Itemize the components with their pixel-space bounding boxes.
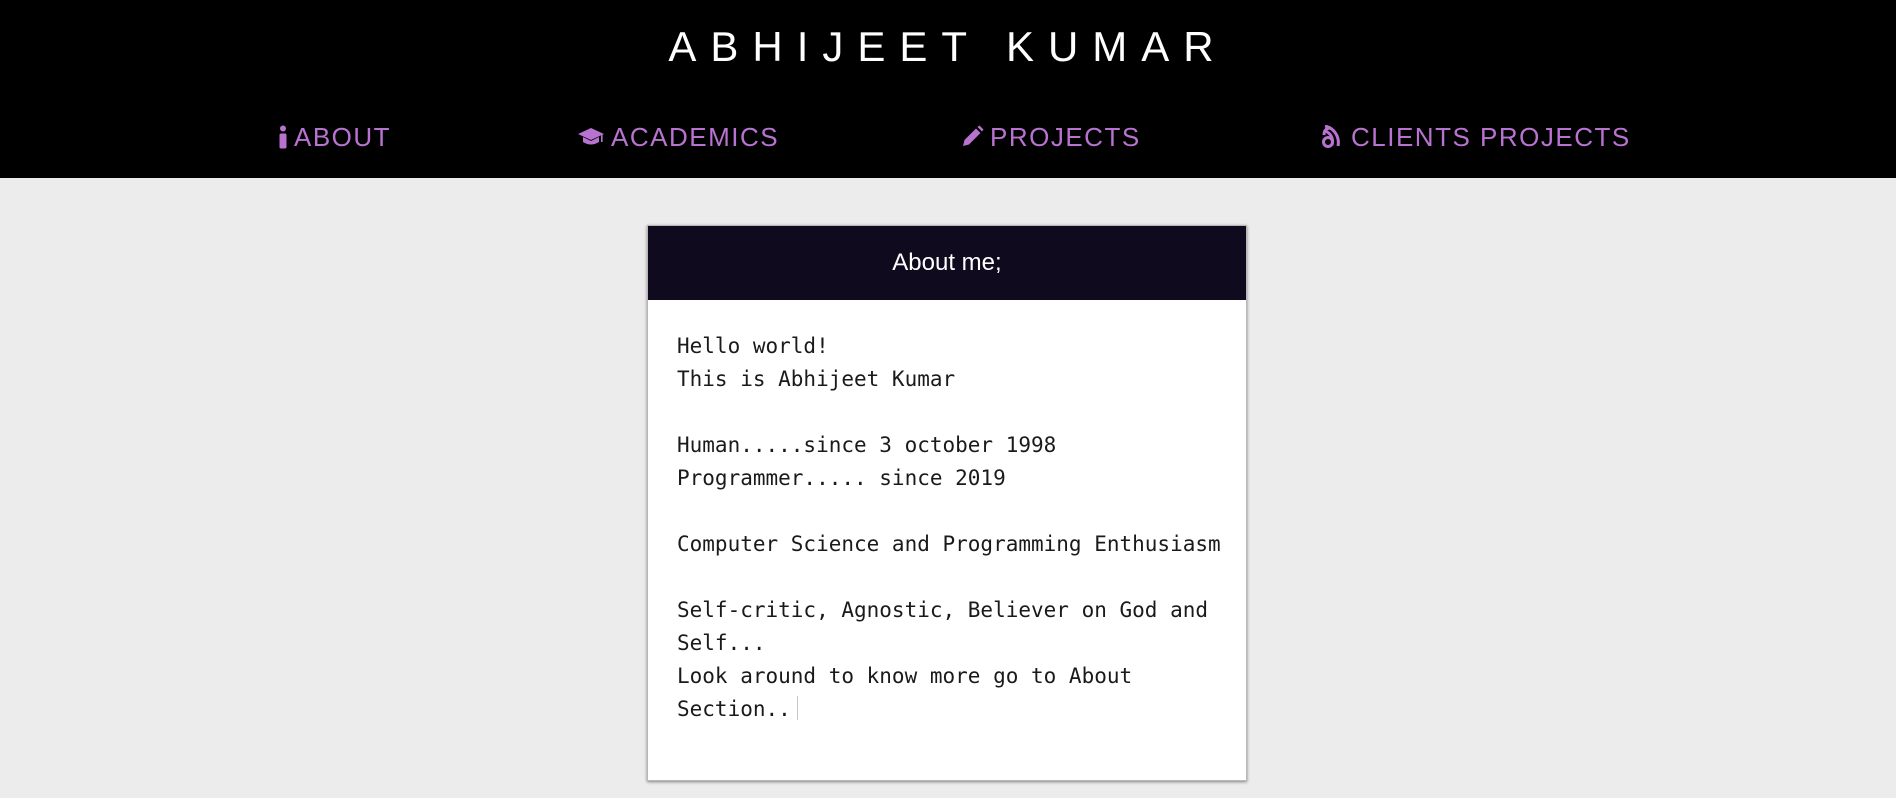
nav-item-academics[interactable]: ACADEMICS bbox=[577, 119, 779, 155]
about-line: Computer Science and Programming Enthusi… bbox=[677, 532, 1221, 556]
nav-label-projects: PROJECTS bbox=[990, 121, 1141, 152]
graduation-cap-icon bbox=[577, 124, 605, 150]
about-card-title: About me; bbox=[892, 249, 1002, 276]
typing-cursor bbox=[796, 696, 798, 720]
about-line: Self... bbox=[677, 631, 766, 655]
nav-label-about: ABOUT bbox=[294, 121, 392, 152]
blog-feed-icon bbox=[1321, 124, 1345, 150]
nav-item-clients-projects[interactable]: CLIENTS PROJECTS bbox=[1321, 119, 1631, 155]
about-line: Human.....since 3 october 1998 bbox=[677, 433, 1057, 457]
site-title: ABHIJEET KUMAR bbox=[668, 23, 1228, 70]
about-line-text: Section.. bbox=[677, 697, 791, 721]
nav-label-clients-projects: CLIENTS PROJECTS bbox=[1351, 121, 1631, 152]
nav-label-academics: ACADEMICS bbox=[611, 121, 780, 152]
nav-item-projects[interactable]: PROJECTS bbox=[960, 119, 1141, 155]
about-line: This is Abhijeet Kumar bbox=[677, 367, 956, 391]
about-card-header: About me; bbox=[648, 226, 1246, 300]
about-line: Look around to know more go to About bbox=[677, 664, 1133, 688]
about-card-body: Hello world! This is Abhijeet Kumar Huma… bbox=[648, 300, 1246, 726]
about-line bbox=[677, 561, 1218, 594]
about-line bbox=[677, 396, 1218, 429]
about-card: About me; Hello world! This is Abhijeet … bbox=[647, 225, 1247, 781]
about-line: Programmer..... since 2019 bbox=[677, 466, 1006, 490]
info-icon bbox=[278, 124, 288, 150]
about-line: Self-critic, Agnostic, Believer on God a… bbox=[677, 598, 1209, 622]
site-header: ABHIJEET KUMAR ABOUT ACADEMICS PROJECTS … bbox=[0, 0, 1896, 178]
about-line-last: Section.. bbox=[677, 693, 1218, 726]
nav-item-about[interactable]: ABOUT bbox=[278, 119, 391, 155]
about-line: Hello world! bbox=[677, 334, 829, 358]
about-line bbox=[677, 495, 1218, 528]
pencil-icon bbox=[960, 124, 984, 150]
